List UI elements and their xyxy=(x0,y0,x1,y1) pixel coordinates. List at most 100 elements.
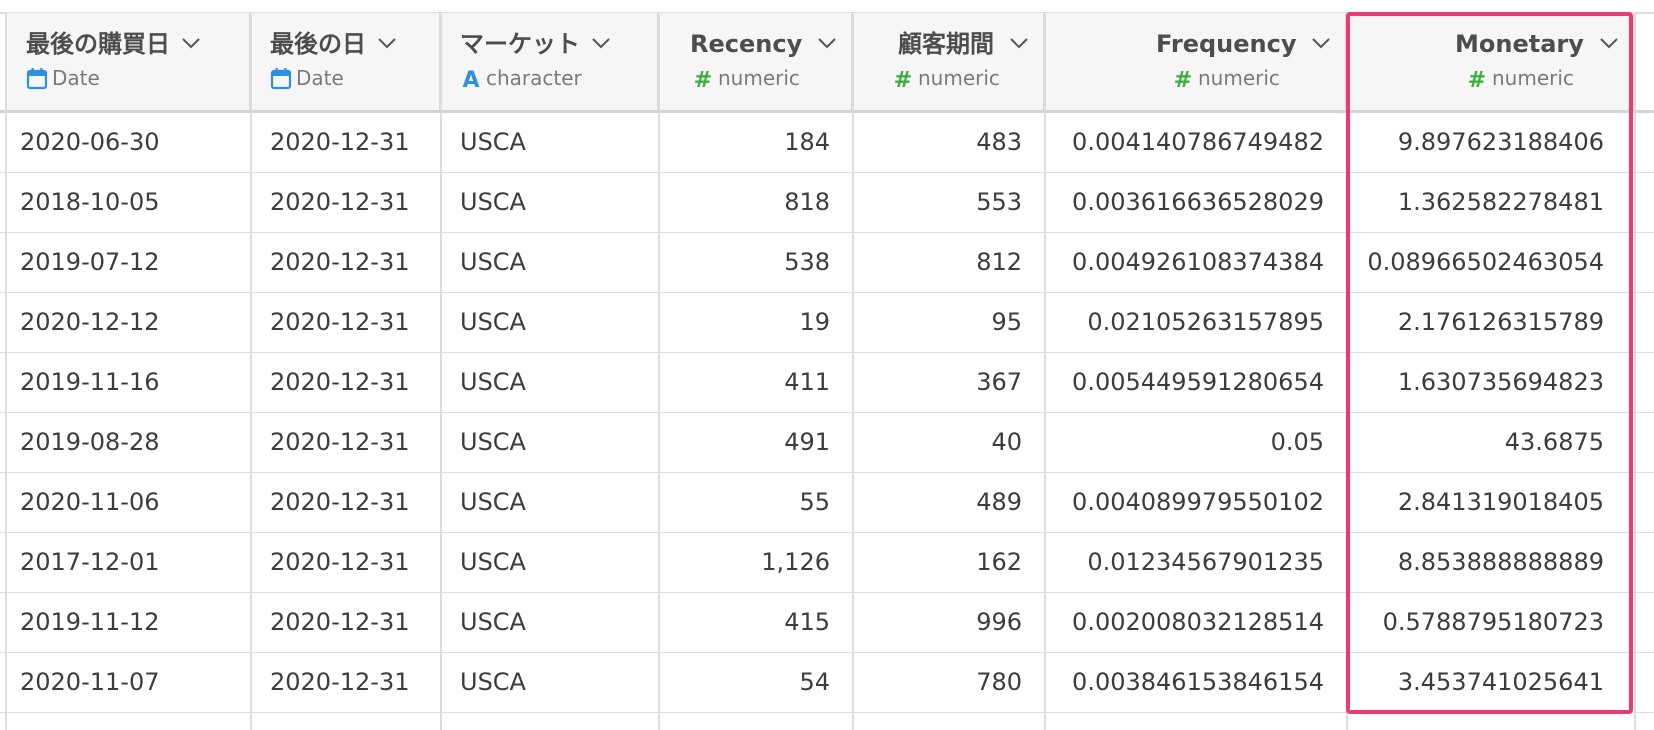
table-cell[interactable]: 0.005449591280654 xyxy=(1044,353,1346,411)
table-cell[interactable]: USCA xyxy=(440,293,658,351)
table-cell[interactable]: 0.02105263157895 xyxy=(1044,293,1346,351)
table-cell[interactable]: 2020-12-31 xyxy=(250,353,440,411)
svg-text:#: # xyxy=(894,68,912,90)
column-name: 最後の購買日 xyxy=(26,30,170,58)
table-cell[interactable]: 2020-12-31 xyxy=(250,113,440,171)
table-cell[interactable]: USCA xyxy=(440,593,658,651)
table-cell[interactable]: 55 xyxy=(658,473,852,531)
column-header[interactable]: マーケット Acharacter xyxy=(440,13,658,113)
table-cell[interactable]: 2020-12-12 xyxy=(0,293,250,351)
table-cell[interactable]: USCA xyxy=(440,533,658,591)
column-type-label: numeric xyxy=(918,66,1000,90)
chevron-down-icon[interactable] xyxy=(816,35,838,51)
svg-text:#: # xyxy=(694,68,712,90)
chevron-down-icon[interactable] xyxy=(590,35,612,51)
column-type-row: # numeric xyxy=(1044,65,1345,93)
table-cell[interactable]: 2017-12-01 xyxy=(0,533,250,591)
column-divider xyxy=(440,13,442,730)
table-cell[interactable]: 2020-12-31 xyxy=(250,653,440,711)
column-divider xyxy=(1634,13,1636,730)
table-cell[interactable]: 489 xyxy=(852,473,1044,531)
column-header-title-row: マーケット xyxy=(440,27,657,61)
table-cell[interactable]: 538 xyxy=(658,233,852,291)
table-cell[interactable]: USCA xyxy=(440,473,658,531)
hash-icon: # xyxy=(892,66,914,93)
table-cell[interactable]: 2020-11-07 xyxy=(0,653,250,711)
table-cell[interactable]: 367 xyxy=(852,353,1044,411)
column-divider xyxy=(852,13,854,730)
column-type-label: numeric xyxy=(718,66,800,90)
table-cell[interactable]: 996 xyxy=(852,593,1044,651)
table-cell[interactable]: 2020-11-06 xyxy=(0,473,250,531)
table-cell[interactable]: USCA xyxy=(440,233,658,291)
table-cell[interactable]: USCA xyxy=(440,413,658,471)
table-cell[interactable]: 0.01234567901235 xyxy=(1044,533,1346,591)
table-cell[interactable]: USCA xyxy=(440,653,658,711)
column-header[interactable]: Recency # numeric xyxy=(658,13,852,113)
hash-icon: # xyxy=(1172,66,1194,93)
table-cell[interactable]: 812 xyxy=(852,233,1044,291)
column-name: マーケット xyxy=(460,30,580,58)
table-cell[interactable]: 0.004140786749482 xyxy=(1044,113,1346,171)
table-cell[interactable]: USCA xyxy=(440,113,658,171)
table-cell[interactable]: 2020-12-31 xyxy=(250,593,440,651)
hash-icon: # xyxy=(692,66,714,93)
table-cell[interactable]: 19 xyxy=(658,293,852,351)
table-cell[interactable]: 483 xyxy=(852,113,1044,171)
table-cell[interactable]: 0.05 xyxy=(1044,413,1346,471)
column-divider xyxy=(1044,13,1046,730)
column-type-row: # numeric xyxy=(658,65,851,93)
table-cell[interactable]: 2019-11-12 xyxy=(0,593,250,651)
chevron-down-icon[interactable] xyxy=(1008,35,1030,51)
table-cell[interactable]: 2020-12-31 xyxy=(250,533,440,591)
table-cell[interactable]: 411 xyxy=(658,353,852,411)
column-name: 最後の日 xyxy=(270,30,366,58)
table-cell[interactable]: 415 xyxy=(658,593,852,651)
table-cell[interactable]: 184 xyxy=(658,113,852,171)
table-cell[interactable]: 553 xyxy=(852,173,1044,231)
table-cell[interactable]: 0.004089979550102 xyxy=(1044,473,1346,531)
table-cell[interactable]: 2018-10-05 xyxy=(0,173,250,231)
column-type-label: Date xyxy=(52,66,100,90)
chevron-down-icon[interactable] xyxy=(1310,35,1332,51)
table-cell[interactable]: 2020-12-31 xyxy=(250,293,440,351)
table-cell[interactable]: 2020-12-31 xyxy=(250,473,440,531)
table-cell[interactable]: 0.003846153846154 xyxy=(1044,653,1346,711)
table-cell[interactable]: 2020-06-30 xyxy=(0,113,250,171)
table-cell[interactable]: 162 xyxy=(852,533,1044,591)
table-cell[interactable]: 2019-07-12 xyxy=(0,233,250,291)
column-divider xyxy=(658,13,660,730)
column-type-row: Date xyxy=(250,65,439,91)
column-name: Frequency xyxy=(1156,30,1297,58)
column-header-title-row: Recency xyxy=(658,27,851,61)
character-icon: A xyxy=(460,66,482,93)
table-cell[interactable]: 2020-12-31 xyxy=(250,413,440,471)
table-cell[interactable]: 2019-08-28 xyxy=(0,413,250,471)
column-header-title-row: 顧客期間 xyxy=(852,27,1043,61)
column-header[interactable]: 顧客期間 # numeric xyxy=(852,13,1044,113)
column-header[interactable]: Frequency # numeric xyxy=(1044,13,1346,113)
column-header-title-row: 最後の購買日 xyxy=(6,27,249,61)
table-cell[interactable]: 2019-11-16 xyxy=(0,353,250,411)
table-cell[interactable]: 1,126 xyxy=(658,533,852,591)
column-type-label: Date xyxy=(296,66,344,90)
table-cell[interactable]: 54 xyxy=(658,653,852,711)
table-cell[interactable]: 95 xyxy=(852,293,1044,351)
chevron-down-icon[interactable] xyxy=(376,35,398,51)
table-cell[interactable]: 818 xyxy=(658,173,852,231)
table-cell[interactable]: USCA xyxy=(440,173,658,231)
table-cell[interactable]: 491 xyxy=(658,413,852,471)
column-header[interactable]: 最後の日 Date xyxy=(250,13,440,113)
column-header[interactable]: 最後の購買日 Date xyxy=(6,13,250,113)
column-type-row: # numeric xyxy=(852,65,1043,93)
table-cell[interactable]: 40 xyxy=(852,413,1044,471)
chevron-down-icon[interactable] xyxy=(180,35,202,51)
table-cell[interactable]: 0.002008032128514 xyxy=(1044,593,1346,651)
table-cell[interactable]: 0.003616636528029 xyxy=(1044,173,1346,231)
table-cell[interactable]: 0.004926108374384 xyxy=(1044,233,1346,291)
table-cell[interactable]: 780 xyxy=(852,653,1044,711)
table-cell[interactable]: USCA xyxy=(440,353,658,411)
table-cell[interactable]: 2020-12-31 xyxy=(250,233,440,291)
column-type-row: Date xyxy=(6,65,249,91)
table-cell[interactable]: 2020-12-31 xyxy=(250,173,440,231)
